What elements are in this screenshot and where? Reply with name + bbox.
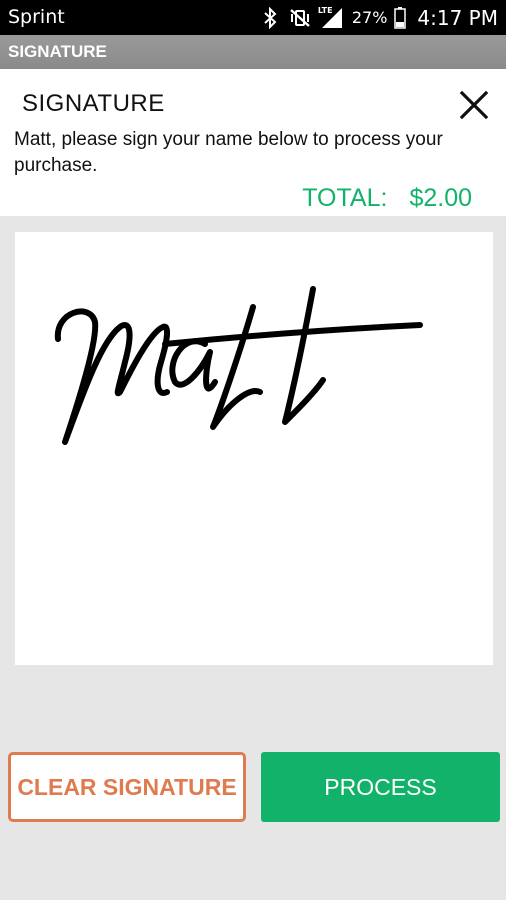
clear-signature-button[interactable]: CLEAR SIGNATURE — [8, 752, 246, 822]
lte-signal-icon: LTE — [318, 6, 346, 30]
battery-percent: 27% — [351, 8, 388, 27]
lte-badge: LTE — [317, 5, 333, 15]
process-button[interactable]: PROCESS — [261, 752, 500, 822]
battery-icon — [393, 6, 407, 30]
close-button[interactable] — [456, 87, 492, 123]
status-bar: Sprint LTE 27% 4:17 PM — [0, 0, 506, 35]
instructions-text: Matt, please sign your name below to pro… — [14, 129, 443, 176]
signature-pad[interactable] — [15, 232, 493, 665]
total-row: TOTAL: $2.00 — [302, 184, 472, 213]
signature-stroke — [54, 286, 423, 445]
process-label: PROCESS — [324, 773, 437, 800]
close-icon — [459, 90, 489, 120]
clear-signature-label: CLEAR SIGNATURE — [17, 773, 237, 800]
bluetooth-icon — [258, 6, 282, 30]
status-icons: LTE 27% 4:17 PM — [258, 0, 498, 35]
page-title: SIGNATURE — [22, 90, 165, 117]
app-title-bar: SIGNATURE — [0, 35, 506, 69]
header-panel: SIGNATURE Matt, please sign your name be… — [0, 69, 506, 216]
total-label: TOTAL: — [302, 184, 388, 212]
total-value: $2.00 — [409, 184, 472, 212]
clock: 4:17 PM — [417, 5, 498, 30]
vibrate-mute-icon — [288, 6, 312, 30]
app-title: SIGNATURE — [8, 42, 107, 61]
carrier-name: Sprint — [8, 6, 65, 28]
